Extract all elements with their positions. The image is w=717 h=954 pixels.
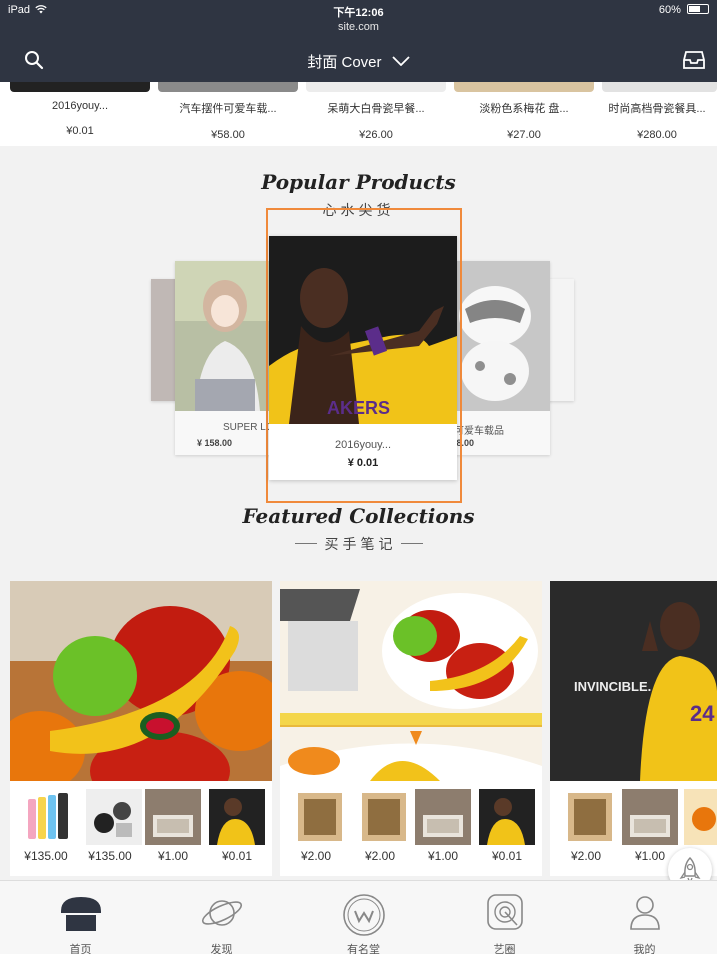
thumb-bath[interactable] — [622, 789, 678, 845]
thumb-price: ¥135.00 — [24, 849, 68, 863]
circle-w-icon — [342, 894, 385, 936]
collection-image-banner — [280, 581, 542, 781]
battery-icon — [687, 4, 709, 14]
thumb-player[interactable] — [209, 789, 265, 845]
thumb-player[interactable] — [479, 789, 535, 845]
tab-art-circle[interactable]: 艺圈 — [433, 881, 576, 954]
collection-card[interactable]: ¥2.00 ¥2.00 ¥1.00 ¥0.01 — [280, 581, 542, 876]
thumb-bath[interactable] — [145, 789, 201, 845]
thumb-gadgets[interactable] — [86, 789, 142, 845]
collection-image-caption: INVINCIBLE. — [574, 679, 652, 694]
thumb-frame[interactable] — [292, 789, 348, 845]
thumb-price: ¥2.00 — [364, 849, 396, 863]
strip-product[interactable]: 时尚高档骨瓷餐具... ¥280.00 — [597, 100, 717, 141]
tab-discover[interactable]: 发现 — [150, 881, 293, 954]
collection-image-fruit — [10, 581, 272, 781]
tab-label: 有名堂 — [347, 944, 380, 954]
featured-title: Featured Collections — [242, 504, 475, 528]
carousel-center-price: ¥ 0.01 — [347, 457, 379, 469]
product-image-edge — [10, 82, 150, 92]
thumb-price: ¥2.00 — [570, 849, 602, 863]
tab-me[interactable]: 我的 — [573, 881, 716, 954]
svg-text:AKERS: AKERS — [327, 398, 390, 418]
thumb-price: ¥0.01 — [491, 849, 523, 863]
url-label[interactable]: site.com — [0, 21, 717, 33]
popular-title: Popular Products — [261, 170, 456, 194]
thumb-price: ¥1.00 — [427, 849, 459, 863]
product-image-edge — [454, 82, 594, 92]
strip-product[interactable]: 淡粉色系梅花 盘... ¥27.00 — [449, 100, 599, 141]
featured-subtitle: 买手笔记 — [0, 534, 717, 554]
strip-product[interactable]: 2016youy... ¥0.01 — [5, 100, 155, 137]
thumb-price: ¥135.00 — [88, 849, 132, 863]
page-title: 封面 Cover — [307, 54, 382, 71]
chevron-down-icon — [392, 56, 410, 67]
thumb-phones[interactable] — [22, 789, 78, 845]
thumb-price: ¥1.00 — [157, 849, 189, 863]
planet-icon — [201, 900, 242, 926]
top-product-strip: 2016youy... ¥0.01 汽车摆件可爱车载... ¥58.00 呆萌大… — [0, 82, 717, 146]
thumb-frame[interactable] — [562, 789, 618, 845]
carousel-card-center[interactable]: AKERS 2016youy... ¥ 0.01 — [269, 236, 457, 480]
page-title-dropdown[interactable]: 封面 Cover — [0, 51, 717, 72]
tab-label: 我的 — [633, 944, 656, 954]
tab-famous[interactable]: 有名堂 — [292, 881, 435, 954]
status-bar: iPad 下午12:06 site.com 60% — [0, 0, 717, 38]
thumb-bath[interactable] — [415, 789, 471, 845]
carousel-center-name: 2016youy... — [334, 439, 392, 451]
tab-home[interactable]: 首页 — [9, 881, 152, 954]
thumb-price: ¥2.00 — [300, 849, 332, 863]
battery-percent: 60% — [658, 4, 681, 16]
product-image-player: AKERS — [269, 236, 457, 424]
collection-card[interactable]: ¥135.00 ¥135.00 ¥1.00 ¥0.01 — [10, 581, 272, 876]
inbox-icon[interactable] — [683, 50, 705, 70]
nav-bar: 封面 Cover — [0, 38, 717, 82]
thumb-frame[interactable] — [356, 789, 412, 845]
carousel-left-price: ¥ 158.00 — [197, 438, 233, 448]
thumb-price: ¥0.01 — [221, 849, 253, 863]
product-image-edge — [306, 82, 446, 92]
tab-label: 艺圈 — [493, 944, 516, 954]
home-icon — [60, 897, 101, 931]
svg-text:24: 24 — [690, 701, 715, 726]
product-image-edge — [158, 82, 298, 92]
user-icon — [629, 896, 660, 930]
tab-label: 首页 — [69, 944, 92, 954]
tab-label: 发现 — [210, 944, 233, 954]
thumb-fruit[interactable] — [684, 789, 717, 845]
strip-product[interactable]: 呆萌大白骨瓷早餐... ¥26.00 — [301, 100, 451, 141]
tab-bar: 首页 发现 有名堂 艺圈 我的 — [0, 880, 717, 954]
strip-product[interactable]: 汽车摆件可爱车载... ¥58.00 — [153, 100, 303, 141]
status-time: 下午12:06 — [333, 7, 384, 19]
target-icon — [486, 894, 523, 930]
collection-card[interactable]: 24 INVINCIBLE. ¥2.00 ¥1.00 — [550, 581, 717, 876]
product-image-edge — [602, 82, 717, 92]
